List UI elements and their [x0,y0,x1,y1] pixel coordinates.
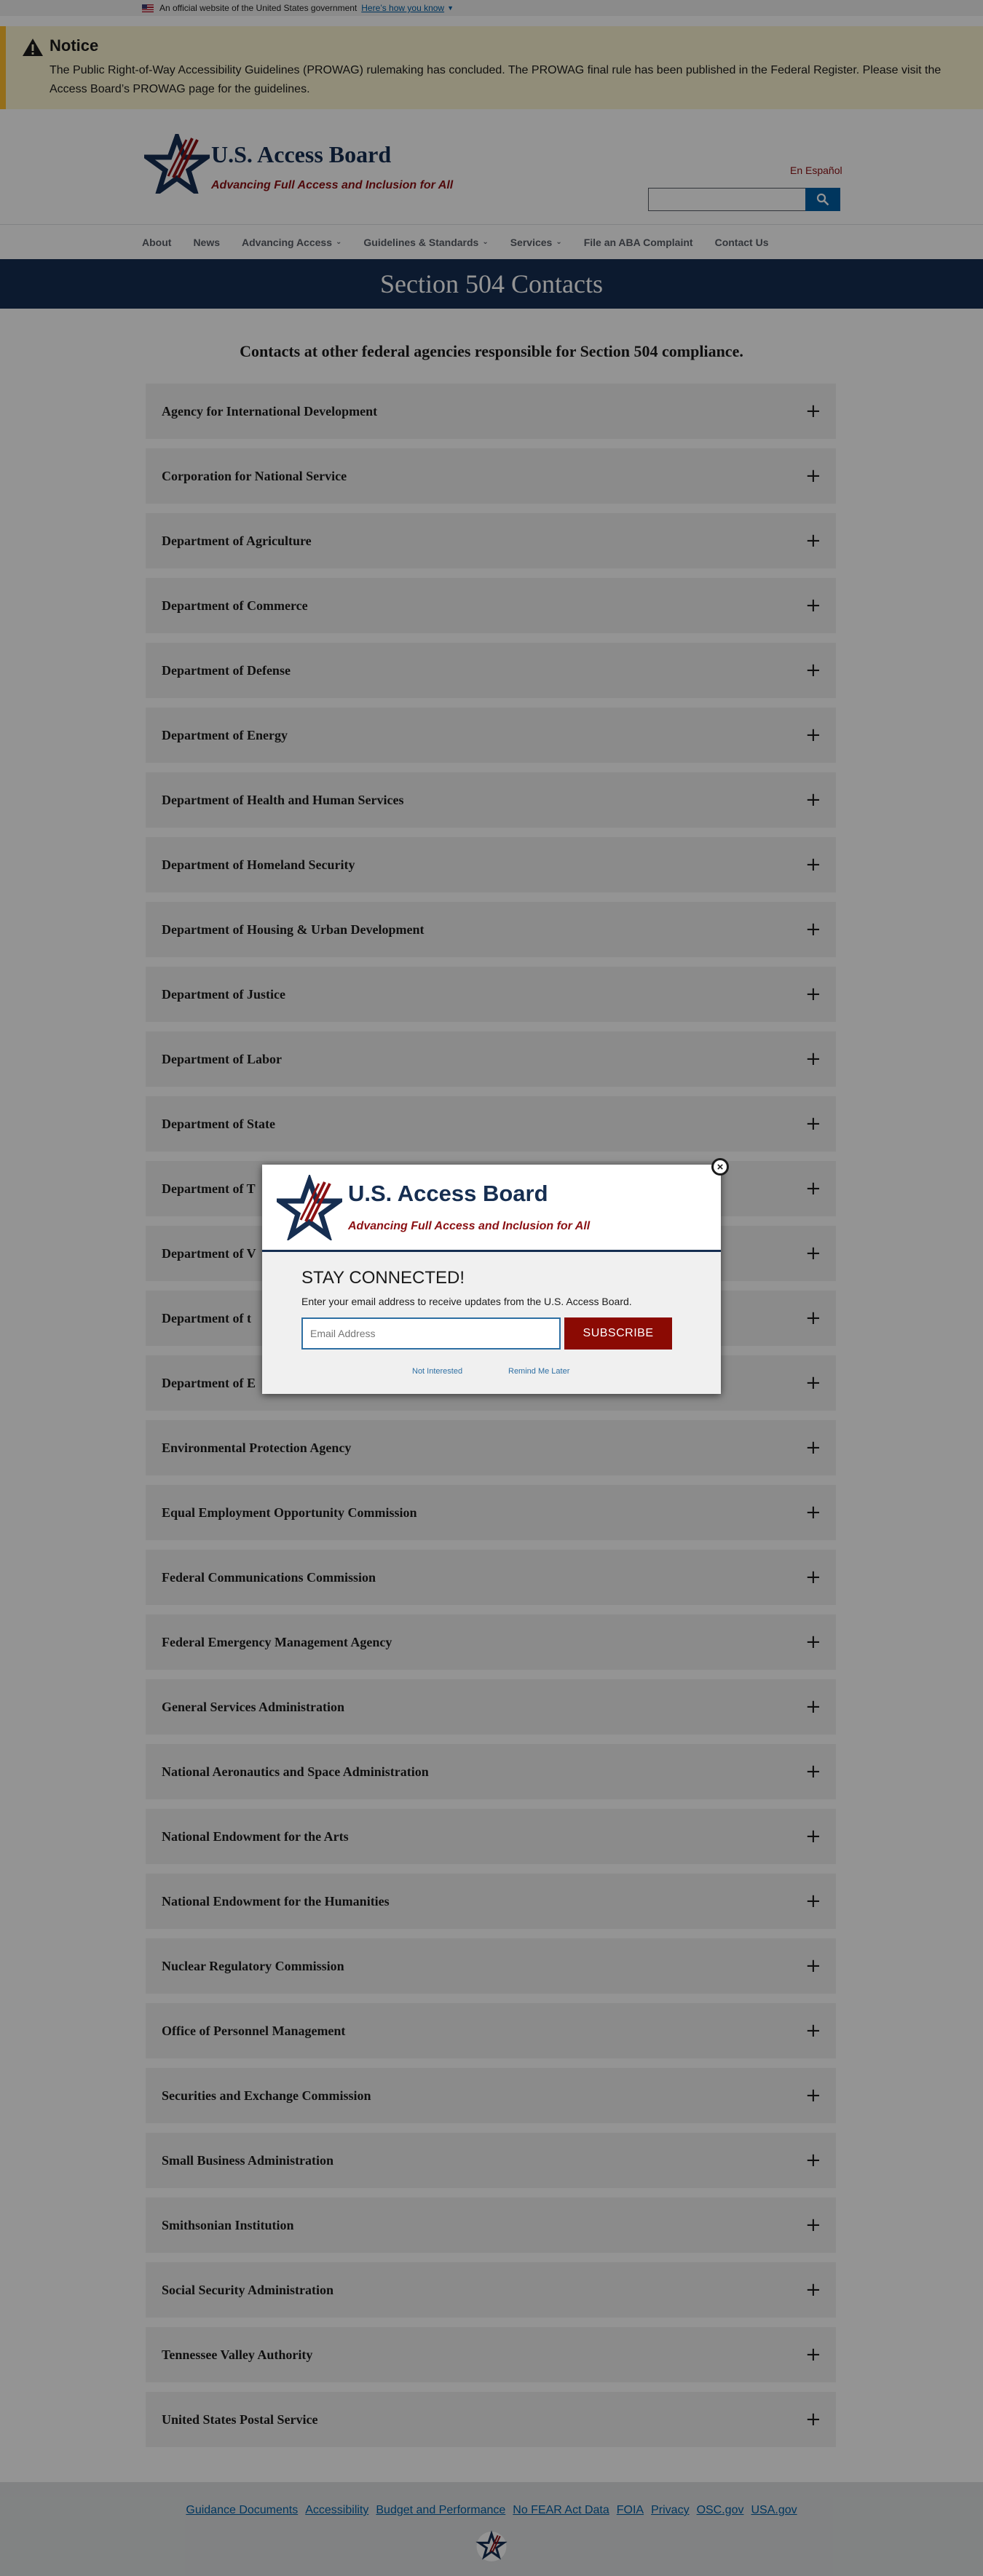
not-interested-link[interactable]: Not Interested [412,1367,462,1376]
access-board-logo [277,1175,342,1240]
stay-connected-subtext: Enter your email address to receive upda… [301,1296,632,1307]
newsletter-modal: U.S. Access Board Advancing Full Access … [262,1158,729,1394]
email-field[interactable] [301,1317,561,1350]
stay-connected-heading: STAY CONNECTED! [301,1268,465,1288]
modal-title: U.S. Access Board [348,1181,548,1206]
remind-me-later-link[interactable]: Remind Me Later [508,1367,569,1376]
close-icon[interactable]: × [711,1158,729,1176]
modal-header: U.S. Access Board Advancing Full Access … [262,1165,721,1252]
subscribe-button[interactable]: SUBSCRIBE [564,1317,672,1350]
modal-tagline: Advancing Full Access and Inclusion for … [348,1220,591,1232]
